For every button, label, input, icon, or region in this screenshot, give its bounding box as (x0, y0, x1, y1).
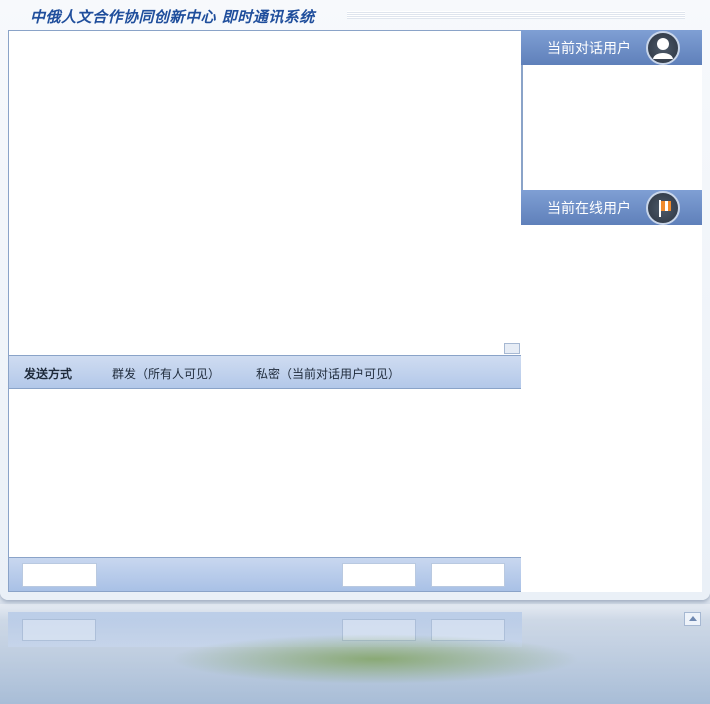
reflection-button (22, 619, 96, 641)
scroll-button[interactable] (504, 343, 520, 354)
close-button[interactable] (431, 563, 505, 587)
send-mode-broadcast[interactable]: 群发（所有人可见） (112, 365, 220, 382)
clear-button[interactable] (22, 563, 97, 587)
flag-icon (646, 191, 680, 225)
current-user-title: 当前对话用户 (547, 41, 631, 57)
user-avatar-icon (646, 31, 680, 65)
app-window: 中俄人文合作协同创新中心 即时通讯系统 发送方式 群发（所有人可见） 私密（当前… (0, 0, 710, 600)
message-display-area[interactable] (8, 30, 522, 355)
action-bar (8, 557, 522, 592)
window-reflection (0, 604, 710, 704)
message-input[interactable] (8, 389, 522, 557)
send-mode-private[interactable]: 私密（当前对话用户可见） (256, 365, 400, 382)
app-title: 中俄人文合作协同创新中心 即时通讯系统 (30, 8, 315, 26)
reflection-landscape (170, 634, 580, 684)
current-user-list[interactable] (521, 65, 702, 190)
scroll-up-arrow-icon[interactable] (684, 612, 701, 626)
submit-button[interactable] (342, 563, 416, 587)
current-user-header: 当前对话用户 (521, 30, 702, 65)
online-users-header: 当前在线用户 (521, 190, 702, 225)
send-mode-bar: 发送方式 群发（所有人可见） 私密（当前对话用户可见） (8, 355, 522, 389)
online-users-list[interactable] (521, 225, 702, 592)
send-mode-label: 发送方式 (24, 367, 73, 381)
online-users-title: 当前在线用户 (547, 201, 631, 217)
title-decoration (347, 11, 685, 19)
